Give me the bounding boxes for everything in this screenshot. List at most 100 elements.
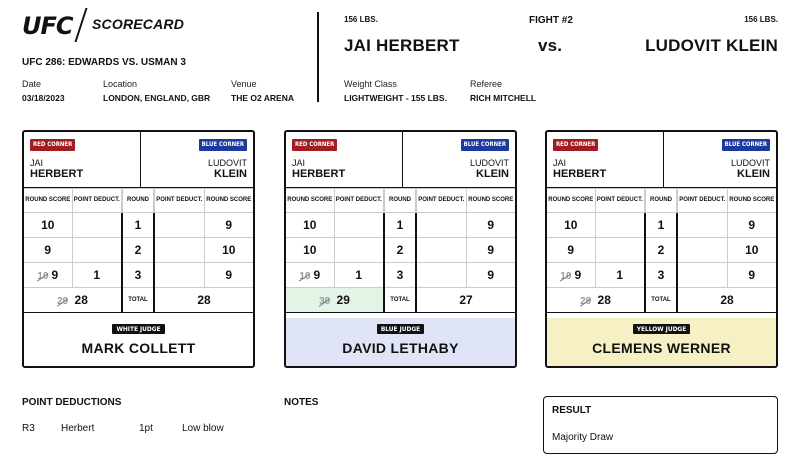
blue-fighter: LUDOVIT KLEIN (208, 158, 247, 180)
judge-section: WHITE JUDGE MARK COLLETT (24, 318, 253, 366)
struck-total: 29 (580, 296, 592, 307)
judge-name: DAVID LETHABY (342, 340, 459, 356)
round-score-header: ROUND SCORE (465, 188, 515, 213)
red-point-deduction (594, 237, 646, 263)
red-round-score: 9 (547, 237, 596, 263)
red-score-value: 9 (574, 268, 582, 282)
red-weight: 156 LBS. (344, 15, 378, 24)
round-score-header: ROUND SCORE (203, 188, 253, 213)
round-score-header: ROUND SCORE (24, 188, 73, 213)
blue-round-score: 10 (726, 237, 776, 263)
round-row: 10 9 1 3 9 (286, 262, 515, 288)
deduction-fighter: Herbert (61, 423, 95, 434)
red-round-score: 10 9 (24, 262, 73, 288)
blue-round-score: 9 (203, 262, 253, 288)
total-row: 30 29 TOTAL 27 (286, 287, 515, 313)
judge-badge: WHITE JUDGE (112, 324, 165, 334)
round-score-header: ROUND SCORE (286, 188, 335, 213)
round-number: 1 (121, 212, 155, 238)
red-round-score: 10 (547, 212, 596, 238)
blue-round-score: 10 (203, 237, 253, 263)
round-score-header: ROUND SCORE (726, 188, 776, 213)
blue-corner-badge: BLUE CORNER (198, 139, 247, 151)
blue-point-deduction (153, 212, 205, 238)
round-row: 10 1 9 (286, 212, 515, 238)
blue-corner-badge: BLUE CORNER (721, 139, 770, 151)
red-last-name: HERBERT (292, 168, 346, 180)
blue-point-deduction (676, 212, 728, 238)
corner-divider (663, 132, 664, 188)
red-corner-badge: RED CORNER (553, 139, 599, 151)
deduction-points: 1pt (139, 423, 153, 434)
red-round-score: 10 9 (286, 262, 335, 288)
red-total: 29 28 (24, 287, 123, 313)
struck-total: 29 (57, 296, 69, 307)
blue-point-deduction (676, 237, 728, 263)
red-total-value: 29 (336, 293, 350, 307)
point-deduct-header: POINT DEDUCT. (71, 188, 123, 213)
red-round-score: 10 (286, 237, 335, 263)
judge-section: YELLOW JUDGE CLEMENS WERNER (547, 318, 776, 366)
total-label: TOTAL (644, 287, 678, 313)
weight-class-label: Weight Class (344, 79, 397, 89)
round-score-header: ROUND SCORE (547, 188, 596, 213)
red-last-name: HERBERT (553, 168, 607, 180)
red-total: 30 29 (286, 287, 385, 313)
total-label: TOTAL (383, 287, 417, 313)
logo-divider (74, 8, 88, 42)
total-label: TOTAL (121, 287, 155, 313)
red-point-deduction (71, 212, 123, 238)
red-point-deduction (333, 237, 385, 263)
blue-round-score: 9 (465, 237, 515, 263)
red-round-score: 10 (286, 212, 335, 238)
score-table: ROUND SCORE POINT DEDUCT. ROUND POINT DE… (24, 188, 253, 313)
blue-point-deduction (153, 237, 205, 263)
blue-total: 28 (153, 287, 253, 313)
red-fighter: JAI HERBERT (292, 158, 345, 180)
red-round-score: 10 (24, 212, 73, 238)
weight-class-value: LIGHTWEIGHT - 155 LBS. (344, 93, 447, 103)
corner-divider (140, 132, 141, 188)
red-score-value: 10 (41, 218, 55, 232)
struck-score: 10 (299, 271, 311, 282)
round-header: ROUND (383, 188, 417, 213)
red-total: 29 28 (547, 287, 646, 313)
fighter-names-row: RED CORNER BLUE CORNER JAI HERBERT LUDOV… (286, 132, 515, 188)
red-last-name: HERBERT (30, 168, 84, 180)
red-point-deduction: 1 (71, 262, 123, 288)
round-number: 2 (121, 237, 155, 263)
blue-point-deduction (415, 212, 467, 238)
red-fighter: JAI HERBERT (30, 158, 83, 180)
round-number: 2 (383, 237, 417, 263)
point-deduct-header: POINT DEDUCT. (594, 188, 646, 213)
blue-round-score: 9 (465, 262, 515, 288)
header-divider (317, 12, 319, 102)
notes-title: NOTES (284, 397, 319, 408)
blue-total: 28 (676, 287, 776, 313)
blue-last-name: KLEIN (737, 168, 770, 180)
red-point-deduction (594, 212, 646, 238)
red-fighter: JAI HERBERT (553, 158, 606, 180)
blue-last-name: KLEIN (476, 168, 509, 180)
round-row: 10 1 9 (547, 212, 776, 238)
judge-section: BLUE JUDGE DAVID LETHABY (286, 318, 515, 366)
round-number: 1 (644, 212, 678, 238)
round-row: 10 9 1 3 9 (24, 262, 253, 288)
red-corner-badge: RED CORNER (30, 139, 76, 151)
fight-number: FIGHT #2 (529, 15, 573, 26)
venue-label: Venue (231, 79, 257, 89)
corner-divider (402, 132, 403, 188)
score-table-header: ROUND SCORE POINT DEDUCT. ROUND POINT DE… (547, 188, 776, 213)
score-table-header: ROUND SCORE POINT DEDUCT. ROUND POINT DE… (24, 188, 253, 213)
blue-fighter: LUDOVIT KLEIN (470, 158, 509, 180)
round-number: 3 (121, 262, 155, 288)
result-value: Majority Draw (552, 432, 614, 443)
blue-point-deduction (415, 237, 467, 263)
judge-name: CLEMENS WERNER (592, 340, 731, 356)
round-number: 2 (644, 237, 678, 263)
point-deduct-header: POINT DEDUCT. (333, 188, 385, 213)
total-row: 29 28 TOTAL 28 (547, 287, 776, 313)
ufc-logo: UFC (22, 12, 73, 40)
blue-corner-badge: BLUE CORNER (460, 139, 509, 151)
red-score-value: 9 (567, 243, 575, 257)
